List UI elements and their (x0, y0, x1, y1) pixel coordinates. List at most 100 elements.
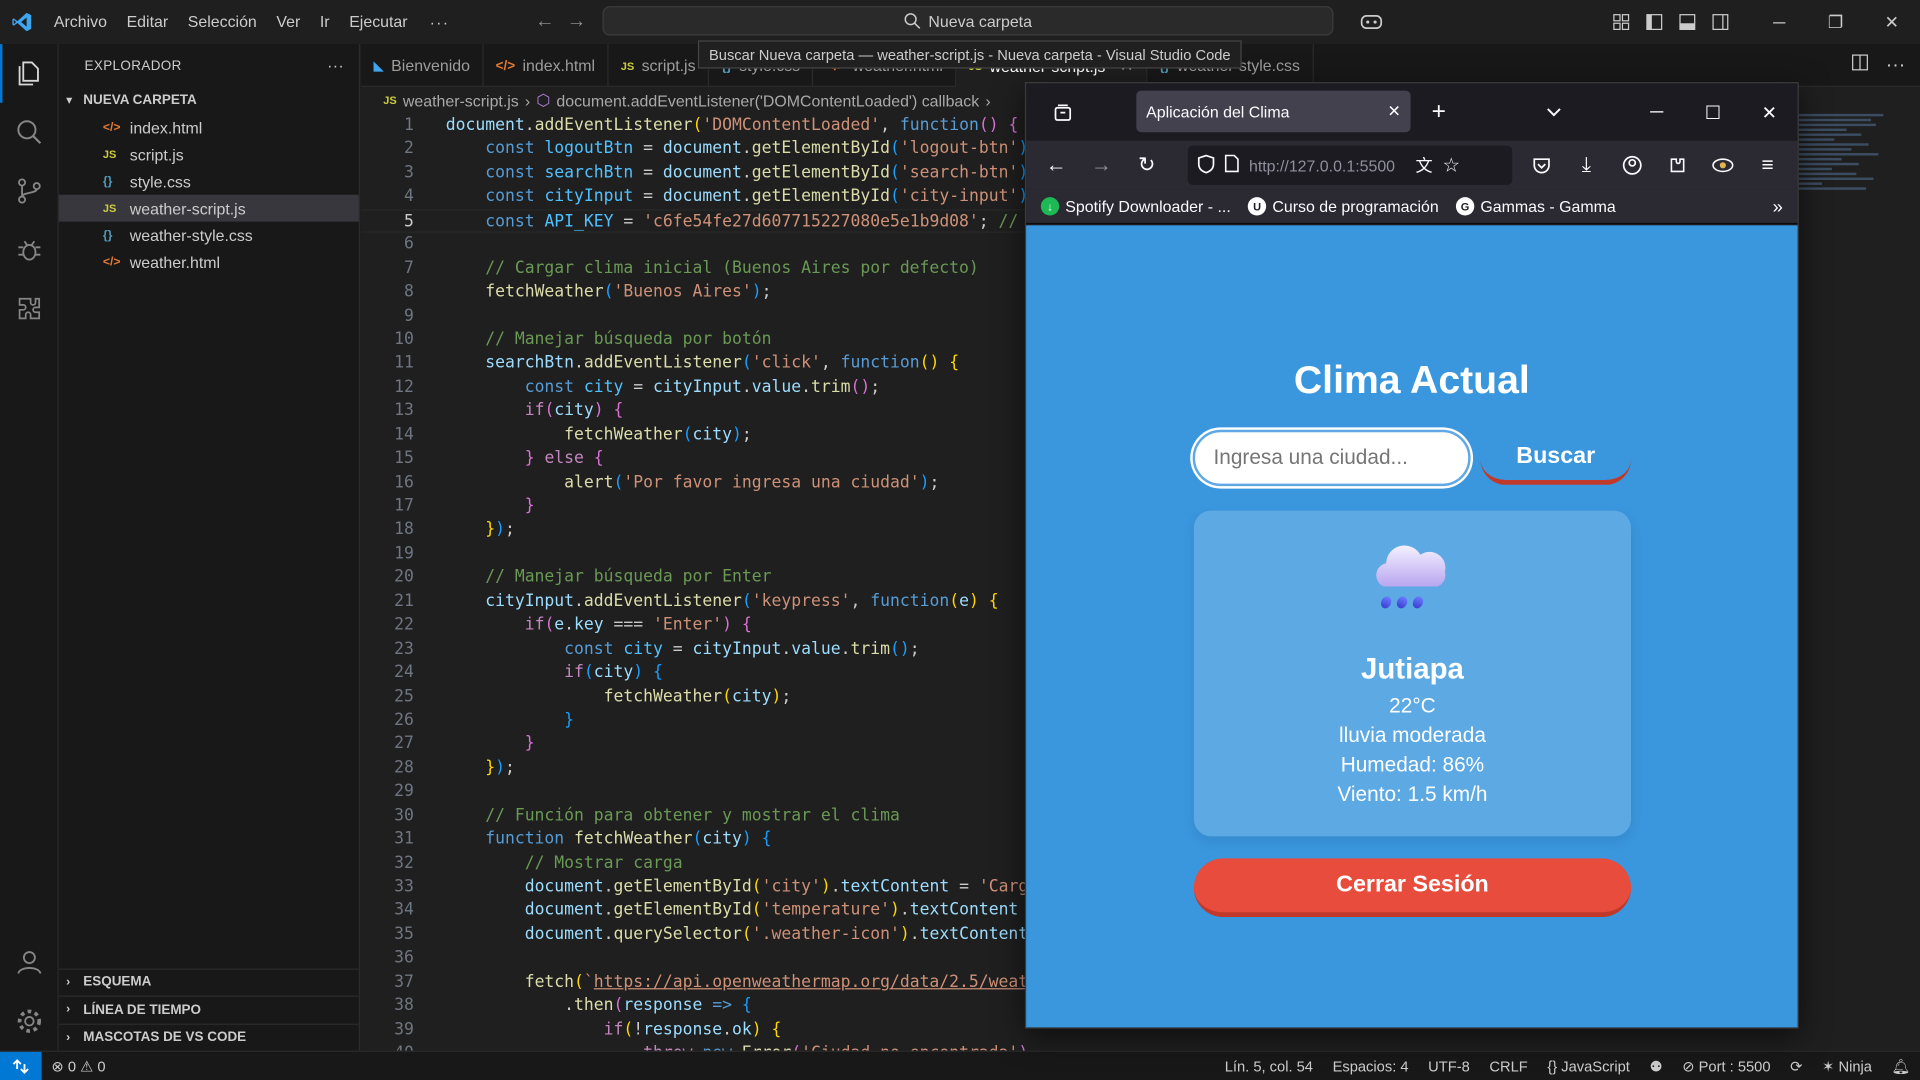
file-item[interactable]: </> index.html (59, 114, 359, 141)
extensions-icon[interactable] (0, 279, 59, 338)
browser-tab-active[interactable]: Aplicación del Clima ✕ (1136, 90, 1411, 133)
menu-archivo[interactable]: Archivo (44, 0, 117, 44)
more-actions-icon[interactable]: ··· (1886, 54, 1906, 76)
copilot-icon[interactable] (1349, 0, 1393, 44)
city-input[interactable] (1192, 429, 1471, 487)
bookmark-gammas[interactable]: G Gammas - Gamma (1455, 197, 1616, 216)
tab-script-js[interactable]: JS script.js (609, 44, 710, 87)
end-of-line[interactable]: CRLF (1480, 1058, 1538, 1075)
folder-header[interactable]: ▾ NUEVA CARPETA (59, 87, 359, 114)
file-item[interactable]: </> weather.html (59, 249, 359, 276)
tab-bienvenido[interactable]: ◣ Bienvenido (361, 44, 484, 87)
app-title: Clima Actual (1293, 357, 1530, 402)
menu-seleccion[interactable]: Selección (178, 0, 267, 44)
problems-indicator[interactable]: ⊗ 0 ⚠ 0 (42, 1057, 116, 1074)
account-icon[interactable] (1609, 141, 1654, 190)
line-number: 16 (394, 473, 414, 492)
cursor-position[interactable]: Lín. 5, col. 54 (1215, 1058, 1323, 1075)
tab-label: index.html (522, 56, 596, 75)
tab-index-html[interactable]: </> index.html (483, 44, 609, 87)
forward-arrow-icon[interactable]: → (1079, 141, 1124, 190)
extensions-icon[interactable] (1654, 141, 1699, 190)
minimize-icon[interactable]: ─ (1629, 83, 1685, 141)
css-file-icon: {} (102, 174, 113, 188)
split-editor-icon[interactable] (1851, 54, 1868, 77)
file-item[interactable]: JS weather-script.js (58, 194, 359, 222)
search-icon[interactable] (0, 103, 59, 162)
code-line: } (524, 497, 535, 516)
language-mode[interactable]: {} JavaScript (1538, 1058, 1640, 1075)
file-item[interactable]: JS script.js (59, 141, 359, 168)
close-icon[interactable]: ✕ (1387, 102, 1400, 122)
source-control-icon[interactable] (0, 162, 59, 221)
explorer-icon[interactable] (0, 44, 59, 103)
hamburger-menu-icon[interactable]: ≡ (1745, 141, 1790, 190)
encoding[interactable]: UTF-8 (1418, 1058, 1479, 1075)
menu-ir[interactable]: Ir (310, 0, 339, 44)
copilot-status-icon[interactable]: ⚉ (1640, 1058, 1673, 1075)
manage-gear-icon[interactable] (0, 992, 59, 1051)
minimize-icon[interactable]: ─ (1751, 0, 1807, 44)
tab-overview-icon[interactable] (1026, 83, 1099, 141)
chevron-double-right-icon[interactable]: » (1773, 190, 1783, 224)
sync-icon[interactable]: ⟳ (1780, 1058, 1812, 1075)
maximize-icon[interactable]: ❐ (1807, 0, 1863, 44)
notifications-bell-icon[interactable]: 🔔︎ (1882, 1058, 1920, 1075)
chevron-right-icon: › (66, 1003, 71, 1017)
file-item[interactable]: {} style.css (59, 168, 359, 195)
vscode-logo-icon (0, 0, 44, 44)
file-item[interactable]: {} weather-style.css (59, 222, 359, 249)
close-icon[interactable]: ✕ (1741, 83, 1797, 141)
customize-layout-icon[interactable] (1604, 0, 1637, 44)
breadcrumb-symbol[interactable]: document.addEventListener('DOMContentLoa… (556, 91, 979, 109)
run-debug-icon[interactable] (0, 220, 59, 279)
command-center-search[interactable]: Nueva carpeta (602, 6, 1334, 36)
section-linea-de-tiempo[interactable]: › LÍNEA DE TIEMPO (58, 995, 359, 1024)
minimap[interactable] (1797, 113, 1906, 285)
translate-icon[interactable]: 文 (1416, 153, 1433, 177)
forward-arrow-icon[interactable]: → (561, 11, 593, 33)
minimap-line (1797, 153, 1879, 156)
breadcrumb: JS weather-script.js › ⬡ document.addEve… (361, 87, 1028, 114)
new-tab-button[interactable]: + (1420, 91, 1457, 133)
minimap-line (1797, 148, 1852, 151)
menu-ejecutar[interactable]: Ejecutar (339, 0, 417, 44)
back-arrow-icon[interactable]: ← (529, 11, 561, 33)
code-line: fetchWeather('Buenos Aires'); (485, 282, 772, 302)
logout-button[interactable]: Cerrar Sesión (1193, 858, 1632, 918)
live-server-port[interactable]: ⊘ Port : 5500 (1672, 1058, 1780, 1075)
bookmark-star-icon[interactable]: ☆ (1442, 153, 1460, 177)
section-mascotas[interactable]: › MASCOTAS DE VS CODE (58, 1023, 359, 1051)
city-name: Jutiapa (1361, 652, 1464, 686)
toggle-sidebar-icon[interactable] (1637, 0, 1670, 44)
bookmark-spotify-downloader[interactable]: ↓ Spotify Downloader - ... (1040, 197, 1231, 216)
menu-ver[interactable]: Ver (267, 0, 310, 44)
url-bar[interactable]: http://127.0.0.1:5500 文 ☆ (1187, 145, 1513, 185)
remote-indicator-icon[interactable] (0, 1051, 42, 1080)
downloads-icon[interactable]: ⤓ (1564, 141, 1609, 190)
breadcrumb-file[interactable]: weather-script.js (403, 91, 519, 109)
search-button[interactable]: Buscar (1480, 433, 1632, 485)
indentation[interactable]: Espacios: 4 (1323, 1058, 1419, 1075)
reload-icon[interactable]: ↻ (1124, 141, 1169, 190)
code-editor[interactable]: 1 document.addEventListener('DOMContentLo… (361, 113, 1029, 1051)
line-number: 2 (404, 140, 414, 159)
bookmark-label: Gammas - Gamma (1480, 197, 1616, 216)
menu-editar[interactable]: Editar (117, 0, 178, 44)
menu-more-button[interactable]: ··· (417, 13, 461, 31)
pocket-icon[interactable] (1518, 141, 1563, 190)
section-esquema[interactable]: › ESQUEMA (58, 967, 359, 996)
toggle-secondary-sidebar-icon[interactable] (1703, 0, 1736, 44)
back-arrow-icon[interactable]: ← (1033, 141, 1078, 190)
chevron-down-icon[interactable] (1536, 91, 1573, 133)
extension-eye-icon[interactable] (1700, 141, 1745, 190)
explorer-more-button[interactable]: ··· (327, 56, 344, 74)
bookmark-curso-programacion[interactable]: U Curso de programación (1247, 197, 1439, 216)
maximize-icon[interactable]: ☐ (1685, 83, 1741, 141)
accounts-icon[interactable] (0, 933, 59, 992)
close-icon[interactable]: ✕ (1864, 0, 1920, 44)
code-line: }); (485, 520, 515, 540)
ninja-status[interactable]: ✶ Ninja (1812, 1058, 1882, 1075)
title-bar-right-controls: ─ ❐ ✕ (1604, 0, 1920, 44)
toggle-panel-icon[interactable] (1670, 0, 1703, 44)
